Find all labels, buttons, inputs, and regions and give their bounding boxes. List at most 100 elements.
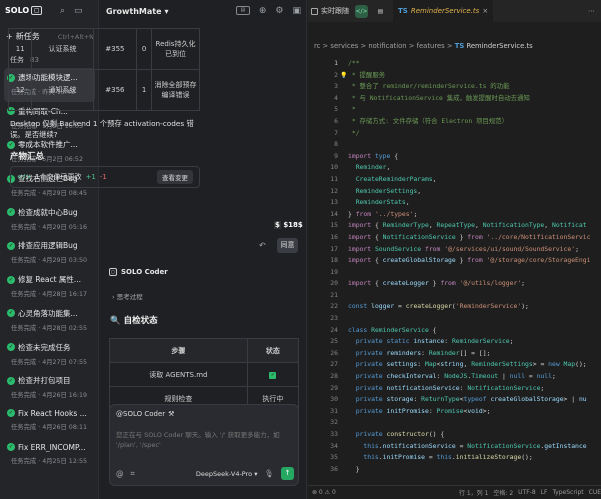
line-number: 3 <box>334 82 338 91</box>
file-tab-label: ReminderService.ts <box>410 7 480 15</box>
code-line[interactable]: 17 import SoundService from '@/services/u… <box>308 244 601 256</box>
input-mode[interactable]: CUE <box>589 489 601 496</box>
code-line[interactable]: 15 import { ReminderType, RepeatType, Not… <box>308 220 601 232</box>
code-line[interactable]: 31 private initPromise: Promise<void>; <box>308 406 601 418</box>
task-item[interactable]: ✓ 检查成就中心Bug 任务完成 · 4月29日 05:16 <box>4 203 95 237</box>
code-line[interactable]: 5 * <box>308 104 601 116</box>
code-line[interactable]: 36 } <box>308 464 601 476</box>
code-line[interactable]: 30 private storage: ReturnType<typeof cr… <box>308 394 601 406</box>
lightbulb-icon[interactable]: 💡 <box>340 70 347 82</box>
chat-input[interactable]: 您正在与 SOLO Coder 聊天。输入 '/' 获取更多能力，如 '/pla… <box>116 430 294 450</box>
code-line[interactable]: 29 private notificationService: Notifica… <box>308 383 601 395</box>
chat-composer[interactable]: @SOLO Coder ⚒ 您正在与 SOLO Coder 聊天。输入 '/' 获… <box>109 404 299 486</box>
code-line[interactable]: 7 */ <box>308 128 601 140</box>
sidebar-right-icon[interactable]: ▣ <box>292 6 301 16</box>
code-line[interactable]: 26 private reminders: Reminder[] = []; <box>308 348 601 360</box>
code-lines[interactable]: 1/** 2 💡 * 提醒服务 3 * 整合了 reminder/reminderSe… <box>308 58 601 475</box>
task-item[interactable]: ✓ 检查并打包项目 任务完成 · 4月26日 16:19 <box>4 371 95 405</box>
attach-icon[interactable]: ⌗ <box>131 469 135 479</box>
task-item[interactable]: ✓ Fix React Hooks ... 任务完成 · 4月26日 08:11 <box>4 405 95 439</box>
additions-count: +1 <box>85 173 96 181</box>
code-line[interactable]: 27 private settings: Map<string, Reminde… <box>308 359 601 371</box>
settings-icon[interactable]: ⚙ <box>275 6 283 16</box>
code-line[interactable]: 25 private static instance: ReminderServ… <box>308 336 601 348</box>
task-item[interactable]: ✓ 心灵角落功能集... 任务完成 · 4月28日 02:55 <box>4 304 95 338</box>
search-icon[interactable]: ⌕ <box>60 6 65 16</box>
line-number: 6 <box>334 116 338 125</box>
code-line[interactable]: 23 <box>308 313 601 325</box>
code-line[interactable]: 11 CreateReminderParams, <box>308 174 601 186</box>
mic-icon[interactable]: 🎙 <box>264 469 274 478</box>
code-view-button[interactable]: </> <box>355 4 368 18</box>
code-line[interactable]: 34 this.notificationService = Notificati… <box>308 441 601 453</box>
cursor-position[interactable]: 行 1，列 1 <box>459 488 488 497</box>
code-text: class ReminderService { <box>348 325 437 334</box>
code-line[interactable]: 22 const logger = createLogger('ReminderS… <box>308 301 601 313</box>
tab-reminderservice[interactable]: TS ReminderService.ts × <box>393 0 494 22</box>
code-line[interactable]: 6 * 存储方式: 文件存储（符合 Electron 项目规范） <box>308 116 601 128</box>
code-line[interactable]: 14} from '../types'; <box>308 209 601 221</box>
code-line[interactable]: 28 private checkInterval: NodeJS.Timeout… <box>308 371 601 383</box>
chevron-down-icon[interactable]: ▾ <box>165 7 169 16</box>
preview-button[interactable]: ▤ <box>374 5 387 18</box>
code-line[interactable]: 1 /** <box>308 58 601 70</box>
undo-icon[interactable]: ↶ <box>259 241 266 250</box>
line-number: 34 <box>330 441 338 450</box>
code-text: private checkInterval: NodeJS.Timeout | … <box>355 372 556 381</box>
command-label: $18$ <box>283 221 303 229</box>
code-line[interactable]: 10 Reminder, <box>308 162 601 174</box>
task-item[interactable]: ✓ 修复 React 属性... 任务完成 · 4月28日 16:17 <box>4 270 95 304</box>
code-line[interactable]: 16 import { NotificationService } from '.… <box>308 232 601 244</box>
code-text: * 整合了 reminder/reminderService.ts 的功能 <box>348 82 510 91</box>
task-item[interactable]: ✓ Fix ERR_INCOMP... 任务完成 · 4月25日 12:55 <box>4 439 95 473</box>
realtime-follow-tab[interactable]: 实时跟随 <box>311 6 349 16</box>
doc-icon[interactable]: ▤ <box>235 6 250 15</box>
line-number: 11 <box>330 174 338 183</box>
breadcrumb-item[interactable]: ReminderService.ts <box>466 42 532 50</box>
view-changes-button[interactable]: 查看变更 <box>157 170 193 184</box>
code-line[interactable]: 12 ReminderSettings, <box>308 186 601 198</box>
eol[interactable]: LF <box>541 489 548 496</box>
code-line[interactable]: 4 * 与 NotificationService 集成，触发提醒时自动去通知 <box>308 93 601 105</box>
code-line[interactable]: 3 * 整合了 reminder/reminderService.ts 的功能 <box>308 81 601 93</box>
line-number: 7 <box>334 128 338 137</box>
check-circle-icon: ✓ <box>7 409 15 418</box>
at-mention-icon[interactable]: @ <box>116 469 124 478</box>
task-status: 任务完成 · 4月29日 03:50 <box>11 257 87 265</box>
add-chat-icon[interactable]: ⊕ <box>259 6 267 16</box>
task-title-row: ✓ 检查未完成任务 <box>7 342 92 353</box>
code-line[interactable]: 19 <box>308 267 601 279</box>
code-line[interactable]: 9 import type { <box>308 151 601 163</box>
indent-setting[interactable]: 空格: 2 <box>493 488 513 497</box>
code-line[interactable]: 18 import { createGlobalStorage } from '@… <box>308 255 601 267</box>
agree-button[interactable]: 同意 <box>277 238 298 253</box>
encoding[interactable]: UTF-8 <box>518 489 536 496</box>
agent-mention[interactable]: @SOLO Coder ⚒ <box>116 410 174 418</box>
code-line[interactable]: 8 <box>308 139 601 151</box>
task-item[interactable]: ✓ 检查未完成任务 任务完成 · 4月27日 07:55 <box>4 338 95 372</box>
code-line[interactable]: 32 <box>308 417 601 429</box>
code-line[interactable]: 35 this.initPromise = this.initializeSto… <box>308 452 601 464</box>
code-line[interactable]: 33 private constructor() { <box>308 429 601 441</box>
code-line[interactable]: 24 class ReminderService { <box>308 325 601 337</box>
code-line[interactable]: 2 💡 * 提醒服务 <box>308 70 601 82</box>
code-line[interactable]: 13 ReminderStats, <box>308 197 601 209</box>
errors-icon[interactable]: ⊗ 0 ⚠ 0 <box>312 489 336 496</box>
code-line[interactable]: 21 <box>308 290 601 302</box>
task-item[interactable]: ✓ 排查应用逻辑Bug 任务完成 · 4月29日 03:50 <box>4 236 95 270</box>
sidebar-toggle-icon[interactable]: ▭ <box>74 6 83 16</box>
code-text: import type { <box>348 151 399 160</box>
changed-files-card[interactable]: </> 1个文件已更改 +1 -1 查看变更 <box>10 166 200 188</box>
breadcrumb-item[interactable]: notification <box>368 42 406 50</box>
language-mode[interactable]: TypeScript <box>552 489 583 496</box>
send-button[interactable]: ↑ <box>281 467 294 480</box>
close-icon[interactable]: × <box>482 7 488 15</box>
breadcrumb-item[interactable]: services <box>330 42 358 50</box>
breadcrumb-item[interactable]: rc <box>314 42 320 50</box>
thinking-toggle[interactable]: › 思考过程 <box>112 291 143 301</box>
more-icon[interactable]: ⋯ <box>588 7 595 15</box>
magnifier-icon: 🔍 <box>110 316 121 326</box>
breadcrumb-item[interactable]: features <box>417 42 445 50</box>
model-selector[interactable]: DeepSeek-V4-Pro ▾ <box>196 470 258 478</box>
code-line[interactable]: 20 import { createLogger } from '@/utils/… <box>308 278 601 290</box>
